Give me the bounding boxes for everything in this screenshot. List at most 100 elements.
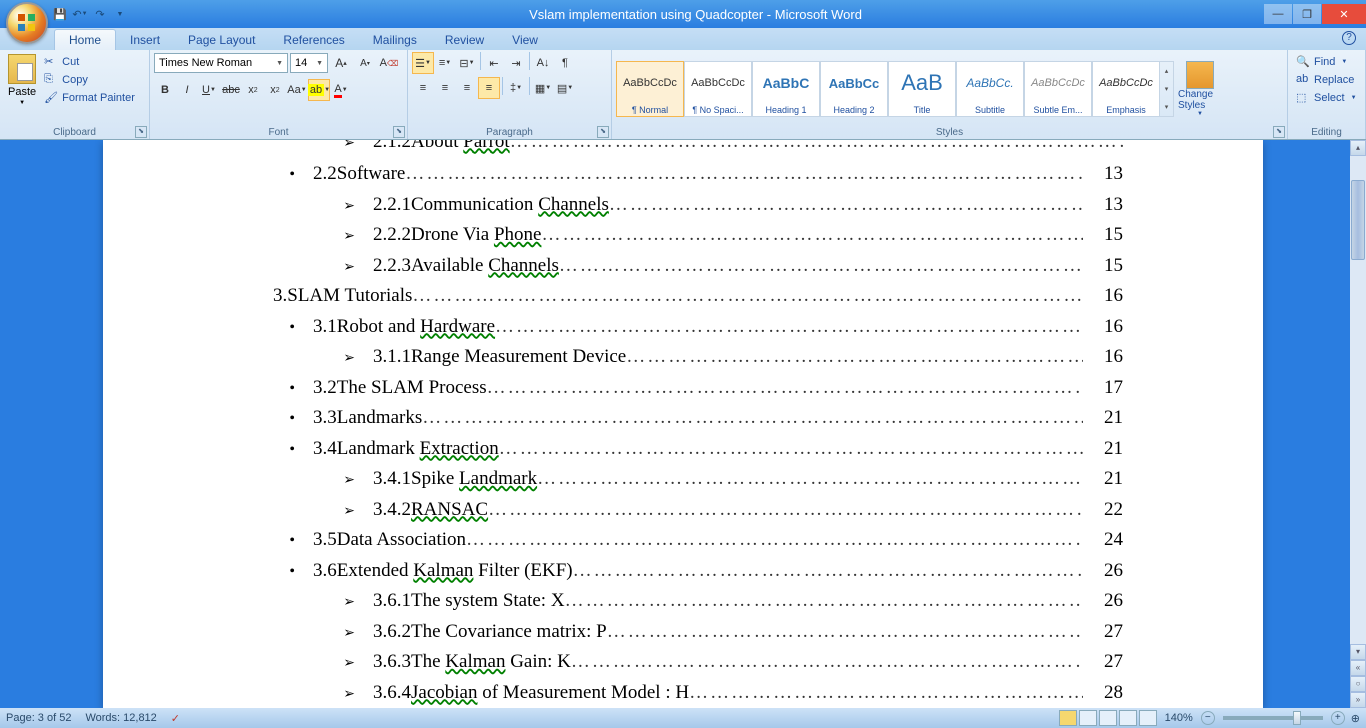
undo-icon[interactable]: ↶▼ xyxy=(72,6,88,22)
style-item-1[interactable]: AaBbCcDc¶ No Spaci... xyxy=(684,61,752,117)
tab-mailings[interactable]: Mailings xyxy=(359,30,431,50)
decrease-indent-button[interactable]: ⇤ xyxy=(483,52,505,74)
status-words[interactable]: Words: 12,812 xyxy=(85,712,156,724)
proofing-icon[interactable]: ✓ xyxy=(171,712,180,725)
strikethrough-button[interactable]: abc xyxy=(220,79,242,101)
find-button[interactable]: 🔍Find▼ xyxy=(1294,54,1349,70)
qat-customize-icon[interactable]: ▼ xyxy=(112,6,128,22)
web-layout-view-button[interactable] xyxy=(1099,710,1117,726)
tab-view[interactable]: View xyxy=(498,30,552,50)
style-item-6[interactable]: AaBbCcDcSubtle Em... xyxy=(1024,61,1092,117)
styles-group-label: Styles xyxy=(616,126,1283,139)
browse-object-button[interactable]: ○ xyxy=(1350,676,1366,692)
toc-line: 2.2.2 Drone Via Phone ………………………………………………… xyxy=(243,221,1123,250)
draft-view-button[interactable] xyxy=(1139,710,1157,726)
tab-review[interactable]: Review xyxy=(431,30,498,50)
tab-insert[interactable]: Insert xyxy=(116,30,174,50)
superscript-button[interactable]: x2 xyxy=(264,79,286,101)
replace-button[interactable]: abReplace xyxy=(1294,72,1356,88)
cut-button[interactable]: ✂Cut xyxy=(42,54,137,70)
minimize-button[interactable]: — xyxy=(1264,4,1292,24)
font-dialog-launcher[interactable]: ⬊ xyxy=(393,126,405,138)
copy-button[interactable]: ⎘Copy xyxy=(42,72,137,88)
borders-button[interactable]: ▤▼ xyxy=(554,77,576,99)
office-button[interactable] xyxy=(6,2,48,44)
page[interactable]: 2.1.2 About Parrot ………………………………………………………… xyxy=(103,140,1263,708)
next-page-button[interactable]: » xyxy=(1350,692,1366,708)
full-screen-view-button[interactable] xyxy=(1079,710,1097,726)
increase-indent-button[interactable]: ⇥ xyxy=(505,52,527,74)
numbering-button[interactable]: ≡▼ xyxy=(434,52,456,74)
scroll-down-button[interactable]: ▾ xyxy=(1350,644,1366,660)
styles-dialog-launcher[interactable]: ⬊ xyxy=(1273,126,1285,138)
toc-page-number: 16 xyxy=(1083,313,1123,342)
toc-leader: ………………………………………………………………………………………………………… xyxy=(537,465,1083,494)
zoom-out-button[interactable]: − xyxy=(1201,711,1215,725)
ribbon: Paste ▼ ✂Cut ⎘Copy 🖌Format Painter Clipb… xyxy=(0,50,1366,140)
grow-font-icon[interactable]: A▴ xyxy=(330,52,352,74)
toc-text: Spike Landmark xyxy=(411,465,537,494)
redo-icon[interactable]: ↷ xyxy=(92,6,108,22)
tab-references[interactable]: References xyxy=(269,30,358,50)
font-color-button[interactable]: A▼ xyxy=(330,79,352,101)
document-area[interactable]: 2.1.2 About Parrot ………………………………………………………… xyxy=(0,140,1366,708)
multilevel-list-button[interactable]: ⊟▼ xyxy=(456,52,478,74)
justify-button[interactable]: ≡ xyxy=(478,77,500,99)
style-item-7[interactable]: AaBbCcDcEmphasis xyxy=(1092,61,1160,117)
format-painter-button[interactable]: 🖌Format Painter xyxy=(42,90,137,106)
change-styles-button[interactable]: Change Styles▼ xyxy=(1178,61,1222,117)
select-button[interactable]: ⬚Select▼ xyxy=(1294,90,1359,106)
zoom-slider[interactable] xyxy=(1223,716,1323,720)
align-right-button[interactable]: ≡ xyxy=(456,77,478,99)
style-item-2[interactable]: AaBbCHeading 1 xyxy=(752,61,820,117)
zoom-fit-icon[interactable]: ⊕ xyxy=(1351,712,1360,725)
paragraph-dialog-launcher[interactable]: ⬊ xyxy=(597,126,609,138)
vertical-scrollbar[interactable]: ▴ ▾ « ○ » xyxy=(1350,140,1366,708)
highlight-button[interactable]: ab▼ xyxy=(308,79,330,101)
scroll-up-button[interactable]: ▴ xyxy=(1350,140,1366,156)
clipboard-dialog-launcher[interactable]: ⬊ xyxy=(135,126,147,138)
prev-page-button[interactable]: « xyxy=(1350,660,1366,676)
style-item-3[interactable]: AaBbCcHeading 2 xyxy=(820,61,888,117)
toc-text: Software xyxy=(337,160,406,189)
styles-gallery[interactable]: AaBbCcDc¶ NormalAaBbCcDc¶ No Spaci...AaB… xyxy=(616,52,1283,126)
close-button[interactable]: ✕ xyxy=(1322,4,1366,24)
restore-button[interactable]: ❐ xyxy=(1293,4,1321,24)
align-center-button[interactable]: ≡ xyxy=(434,77,456,99)
style-item-0[interactable]: AaBbCcDc¶ Normal xyxy=(616,61,684,117)
zoom-level[interactable]: 140% xyxy=(1165,712,1193,724)
style-item-4[interactable]: AaBTitle xyxy=(888,61,956,117)
show-marks-button[interactable]: ¶ xyxy=(554,52,576,74)
font-size-combo[interactable]: 14▼ xyxy=(290,53,328,73)
italic-button[interactable]: I xyxy=(176,79,198,101)
clipboard-group-label: Clipboard xyxy=(4,126,145,139)
scroll-thumb[interactable] xyxy=(1351,180,1365,260)
tab-home[interactable]: Home xyxy=(54,29,116,50)
styles-more-button[interactable]: ▴▾▾ xyxy=(1160,61,1174,117)
zoom-in-button[interactable]: + xyxy=(1331,711,1345,725)
change-case-button[interactable]: Aa▼ xyxy=(286,79,308,101)
cut-icon: ✂ xyxy=(44,55,58,69)
status-page[interactable]: Page: 3 of 52 xyxy=(6,712,71,724)
style-item-5[interactable]: AaBbCc.Subtitle xyxy=(956,61,1024,117)
align-left-button[interactable]: ≡ xyxy=(412,77,434,99)
save-icon[interactable]: 💾 xyxy=(52,6,68,22)
clear-formatting-icon[interactable]: A⌫ xyxy=(378,52,400,74)
shading-button[interactable]: ▦▼ xyxy=(532,77,554,99)
font-name-combo[interactable]: Times New Roman▼ xyxy=(154,53,288,73)
underline-button[interactable]: U▼ xyxy=(198,79,220,101)
subscript-button[interactable]: x2 xyxy=(242,79,264,101)
bullets-button[interactable]: ☰▼ xyxy=(412,52,434,74)
zoom-slider-thumb[interactable] xyxy=(1293,711,1301,725)
paste-icon xyxy=(8,54,36,84)
title-bar: 💾 ↶▼ ↷ ▼ Vslam implementation using Quad… xyxy=(0,0,1366,28)
help-icon[interactable]: ? xyxy=(1342,31,1356,45)
sort-button[interactable]: A↓ xyxy=(532,52,554,74)
paste-button[interactable]: Paste ▼ xyxy=(4,52,40,108)
print-layout-view-button[interactable] xyxy=(1059,710,1077,726)
tab-page-layout[interactable]: Page Layout xyxy=(174,30,269,50)
shrink-font-icon[interactable]: A▾ xyxy=(354,52,376,74)
bold-button[interactable]: B xyxy=(154,79,176,101)
line-spacing-button[interactable]: ‡▼ xyxy=(505,77,527,99)
outline-view-button[interactable] xyxy=(1119,710,1137,726)
